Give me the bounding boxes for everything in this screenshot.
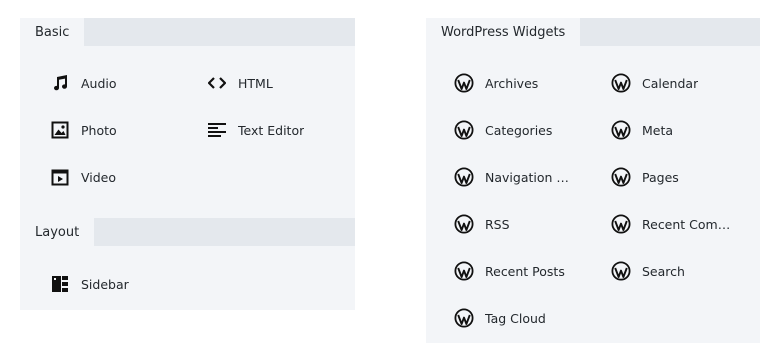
widget-tag-cloud[interactable]: Tag Cloud (454, 306, 546, 330)
module-label: HTML (238, 75, 273, 91)
layout-section-header: Layout (20, 218, 355, 247)
sidebar-layout-icon (50, 274, 70, 294)
widget-rss[interactable]: RSS (454, 212, 510, 236)
basic-panel: Basic Audio HTML Photo Text Editor Video… (20, 18, 355, 310)
wordpress-icon (611, 167, 631, 187)
module-video[interactable]: Video (50, 165, 116, 189)
module-sidebar[interactable]: Sidebar (50, 272, 129, 296)
widget-label: Tag Cloud (485, 310, 546, 326)
wordpress-icon (611, 73, 631, 93)
widget-label: Search (642, 263, 685, 279)
layout-section-title[interactable]: Layout (20, 218, 95, 247)
widget-label: Recent Posts (485, 263, 565, 279)
wordpress-icon (611, 261, 631, 281)
module-label: Audio (81, 75, 117, 91)
wordpress-icon (454, 73, 474, 93)
code-icon (207, 73, 227, 93)
text-align-icon (207, 120, 227, 140)
widget-pages[interactable]: Pages (611, 165, 679, 189)
module-text-editor[interactable]: Text Editor (207, 118, 304, 142)
wordpress-icon (454, 261, 474, 281)
wordpress-section-title[interactable]: WordPress Widgets (426, 18, 581, 47)
widget-meta[interactable]: Meta (611, 118, 673, 142)
wordpress-icon (454, 214, 474, 234)
wordpress-widgets-panel: WordPress Widgets Archives Calendar Cate… (426, 18, 760, 343)
widget-categories[interactable]: Categories (454, 118, 552, 142)
module-label: Video (81, 169, 117, 185)
widget-label: Meta (642, 122, 674, 138)
widget-label: Pages (642, 169, 679, 185)
wordpress-icon (454, 120, 474, 140)
widget-calendar[interactable]: Calendar (611, 71, 698, 95)
basic-section-title[interactable]: Basic (20, 18, 85, 47)
module-photo[interactable]: Photo (50, 118, 117, 142)
widget-label: Calendar (642, 75, 699, 91)
module-audio[interactable]: Audio (50, 71, 117, 95)
widget-label: Recent Com… (642, 216, 731, 232)
widget-navigation[interactable]: Navigation … (454, 165, 569, 189)
module-label: Text Editor (238, 122, 305, 138)
wordpress-icon (611, 214, 631, 234)
widget-label: RSS (485, 216, 510, 232)
film-icon (50, 167, 70, 187)
image-icon (50, 120, 70, 140)
widget-label: Categories (485, 122, 553, 138)
widget-archives[interactable]: Archives (454, 71, 538, 95)
basic-section-header: Basic (20, 18, 355, 47)
widget-search[interactable]: Search (611, 259, 685, 283)
widget-label: Navigation … (485, 169, 569, 185)
widget-label: Archives (485, 75, 539, 91)
music-note-icon (50, 73, 70, 93)
module-html[interactable]: HTML (207, 71, 273, 95)
wordpress-icon (454, 167, 474, 187)
module-label: Photo (81, 122, 117, 138)
module-label: Sidebar (81, 276, 129, 292)
widget-recent-comments[interactable]: Recent Com… (611, 212, 730, 236)
widget-recent-posts[interactable]: Recent Posts (454, 259, 565, 283)
wordpress-icon (454, 308, 474, 328)
wordpress-section-header: WordPress Widgets (426, 18, 760, 47)
wordpress-icon (611, 120, 631, 140)
